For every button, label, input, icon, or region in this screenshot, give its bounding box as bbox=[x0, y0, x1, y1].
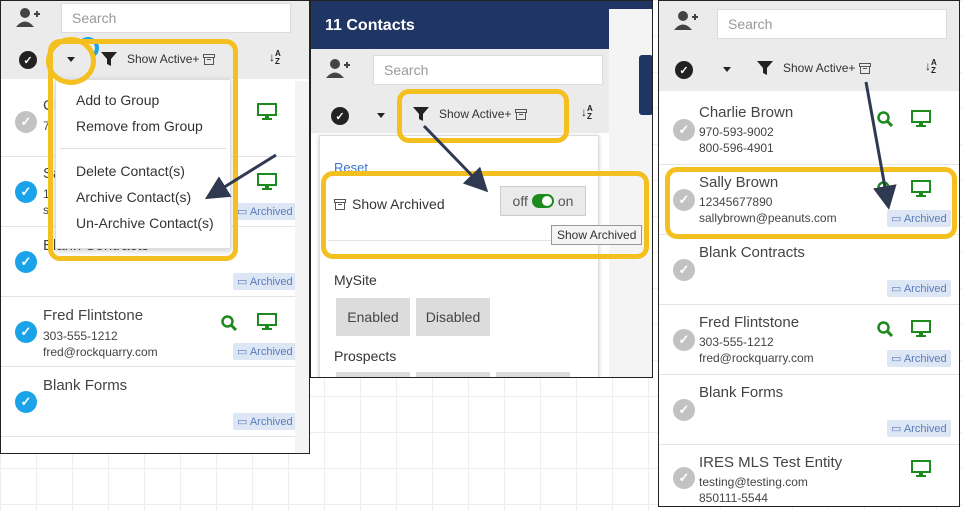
contact-name: Fred Flintstone bbox=[699, 314, 800, 331]
add-user-icon[interactable] bbox=[15, 6, 41, 28]
highlight-filter bbox=[397, 89, 569, 143]
bulk-actions-caret-icon[interactable] bbox=[377, 113, 385, 118]
scrollbar[interactable] bbox=[295, 81, 309, 453]
archive-box-icon bbox=[859, 62, 872, 74]
contact-email: fred@rockquarry.com bbox=[43, 345, 158, 359]
filter-button[interactable]: Show Active+ bbox=[757, 61, 872, 75]
highlight-row bbox=[665, 167, 957, 239]
row-check-icon[interactable]: ✓ bbox=[673, 119, 695, 141]
contact-phone: 303-555-1212 bbox=[43, 329, 118, 343]
contact-name: Blank Forms bbox=[699, 384, 784, 401]
contact-email: fred@rockquarry.com bbox=[699, 351, 814, 365]
contact-row[interactable]: ✓ Blank Contracts ▭ Archived bbox=[659, 235, 959, 305]
row-check-icon[interactable]: ✓ bbox=[673, 329, 695, 351]
archived-badge: ▭ Archived bbox=[233, 413, 297, 430]
add-user-icon[interactable] bbox=[325, 57, 351, 79]
contact-name: Blank Forms bbox=[43, 377, 128, 394]
monitor-icon[interactable] bbox=[257, 103, 277, 121]
row-check-icon[interactable]: ✓ bbox=[15, 181, 37, 203]
contact-phone: 800-596-4901 bbox=[699, 141, 774, 155]
select-all-icon[interactable]: ✓ bbox=[19, 51, 37, 69]
disabled-button[interactable]: Disabled bbox=[416, 298, 490, 336]
contact-row[interactable]: ✓ Blank Forms ▭ Archived bbox=[1, 367, 309, 437]
badge-label: Archived bbox=[249, 276, 293, 288]
highlight-archived bbox=[321, 171, 649, 259]
bulk-actions-caret-icon[interactable] bbox=[723, 67, 731, 72]
toolbar: ✓ Show Active+ ↓A Z bbox=[659, 47, 959, 91]
archived-badge: ▭ Archived bbox=[887, 350, 951, 367]
archived-badge: ▭ Archived bbox=[887, 280, 951, 297]
prospects-option[interactable] bbox=[416, 372, 490, 377]
search-input[interactable]: Search bbox=[61, 3, 291, 33]
filter-icon bbox=[757, 61, 773, 75]
contact-phone: 970-593-9002 bbox=[699, 125, 774, 139]
magnify-icon[interactable] bbox=[877, 321, 893, 337]
top-bar: Search bbox=[1, 1, 309, 41]
contact-phone: 850111-5544 bbox=[699, 491, 768, 505]
row-check-icon[interactable]: ✓ bbox=[15, 111, 37, 133]
enabled-button[interactable]: Enabled bbox=[336, 298, 410, 336]
search-input[interactable]: Search bbox=[717, 9, 947, 39]
contact-phone: 303-555-1212 bbox=[699, 335, 774, 349]
filter-label: Show Active+ bbox=[783, 61, 856, 75]
contact-email: testing@testing.com bbox=[699, 475, 808, 489]
contact-row[interactable]: ✓ Charlie Brown 970-593-9002 800-596-490… bbox=[659, 95, 959, 165]
monitor-icon[interactable] bbox=[911, 320, 931, 338]
row-check-icon[interactable]: ✓ bbox=[15, 321, 37, 343]
search-input[interactable]: Search bbox=[373, 55, 603, 85]
contact-name: Charlie Brown bbox=[699, 104, 794, 121]
row-check-icon[interactable]: ✓ bbox=[673, 467, 695, 489]
sort-az-icon[interactable]: ↓A Z bbox=[269, 50, 281, 66]
contact-name: Fred Flintstone bbox=[43, 307, 144, 324]
monitor-icon[interactable] bbox=[257, 313, 277, 331]
prospects-option[interactable] bbox=[496, 372, 570, 377]
archived-badge: ▭ Archived bbox=[233, 343, 297, 360]
badge-label: Archived bbox=[903, 283, 947, 295]
badge-label: Archived bbox=[249, 416, 293, 428]
prospects-option[interactable] bbox=[336, 372, 410, 377]
contact-name: Blank Contracts bbox=[699, 244, 805, 261]
contacts-panel-list: Search ✓ Show Active+ ↓A Z ✓ Charlie Brow… bbox=[658, 0, 960, 507]
magnify-icon[interactable] bbox=[877, 111, 893, 127]
contact-row[interactable]: ✓ Blank Forms ▭ Archived bbox=[659, 375, 959, 445]
sort-az-icon[interactable]: ↓A Z bbox=[581, 105, 593, 121]
row-check-icon[interactable]: ✓ bbox=[15, 391, 37, 413]
contacts-panel-filter: 11 Contacts Search ✓ Show Active+ ↓A Z Re… bbox=[310, 0, 653, 378]
monitor-icon[interactable] bbox=[911, 110, 931, 128]
select-all-icon[interactable]: ✓ bbox=[331, 107, 349, 125]
mysite-label: MySite bbox=[334, 272, 377, 288]
prospects-label: Prospects bbox=[334, 348, 397, 364]
background-button bbox=[639, 55, 652, 115]
contact-row[interactable]: ✓ Fred Flintstone 303-555-1212 fred@rock… bbox=[1, 297, 309, 367]
add-user-icon[interactable] bbox=[673, 9, 699, 31]
sort-az-icon[interactable]: ↓A Z bbox=[925, 59, 937, 75]
badge-label: Archived bbox=[903, 353, 947, 365]
select-all-icon[interactable]: ✓ bbox=[675, 61, 693, 79]
magnify-icon[interactable] bbox=[221, 315, 237, 331]
top-bar: Search bbox=[311, 49, 609, 89]
panel-header: 11 Contacts bbox=[311, 1, 652, 49]
archived-badge: ▭ Archived bbox=[887, 420, 951, 437]
row-check-icon[interactable]: ✓ bbox=[673, 399, 695, 421]
row-check-icon[interactable]: ✓ bbox=[673, 259, 695, 281]
badge-label: Archived bbox=[903, 423, 947, 435]
row-check-icon[interactable]: ✓ bbox=[15, 251, 37, 273]
contact-row[interactable]: ✓ Fred Flintstone 303-555-1212 fred@rock… bbox=[659, 305, 959, 375]
panel-title: 11 Contacts bbox=[325, 17, 415, 34]
monitor-icon[interactable] bbox=[257, 173, 277, 191]
contact-row[interactable]: ✓ IRES MLS Test Entity testing@testing.c… bbox=[659, 445, 959, 506]
archived-badge: ▭ Archived bbox=[233, 203, 297, 220]
badge-label: Archived bbox=[249, 206, 293, 218]
contacts-panel-menu: Search ✓ Show Active+ ↓A Z ✓ Ch 7 ✓ Sa 1 … bbox=[0, 0, 310, 454]
badge-label: Archived bbox=[249, 346, 293, 358]
highlight-menu bbox=[48, 39, 238, 261]
monitor-icon[interactable] bbox=[911, 460, 931, 478]
top-bar: Search bbox=[659, 1, 959, 47]
archived-badge: ▭ Archived bbox=[233, 273, 297, 290]
contact-name: IRES MLS Test Entity bbox=[699, 454, 843, 471]
